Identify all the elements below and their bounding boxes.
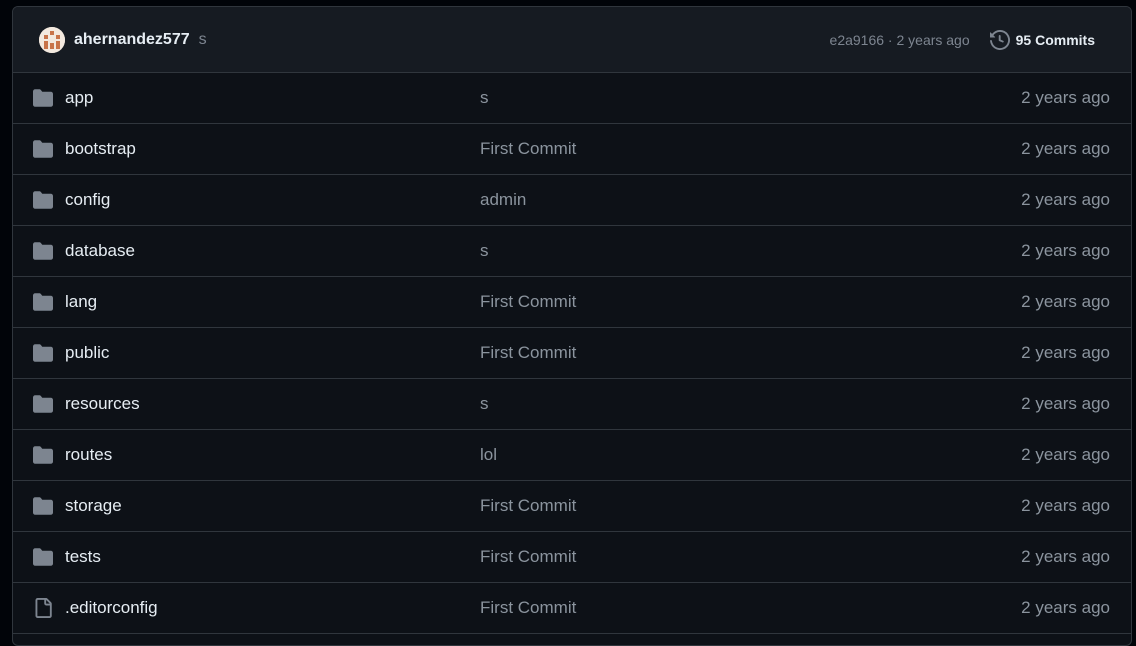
file-commit-age: 2 years ago	[1021, 598, 1110, 617]
file-commit-age: 2 years ago	[1021, 139, 1110, 158]
file-commit-age: 2 years ago	[1021, 445, 1110, 464]
file-commit-message-link[interactable]: First Commit	[480, 343, 576, 363]
file-name-link[interactable]: lang	[65, 292, 97, 312]
file-browser-panel: ahernandez577 s e2a9166 · 2 years ago 95…	[12, 6, 1132, 646]
author-avatar[interactable]	[39, 26, 65, 53]
commit-message-link[interactable]: s	[199, 31, 207, 49]
folder-icon	[32, 547, 54, 567]
file-name-link[interactable]: app	[65, 88, 93, 108]
file-row[interactable]: app s 2 years ago	[13, 73, 1131, 124]
file-commit-age: 2 years ago	[1021, 190, 1110, 209]
file-row[interactable]: lang First Commit 2 years ago	[13, 277, 1131, 328]
folder-icon	[32, 139, 54, 159]
folder-icon	[32, 445, 54, 465]
commits-count-label: 95 Commits	[1015, 32, 1095, 48]
file-icon	[32, 598, 54, 618]
file-name-link[interactable]: storage	[65, 496, 122, 516]
file-commit-age: 2 years ago	[1021, 343, 1110, 362]
folder-icon	[32, 496, 54, 516]
file-name-link[interactable]: tests	[65, 547, 101, 567]
commits-history-link[interactable]: 95 Commits	[989, 30, 1095, 50]
file-commit-age: 2 years ago	[1021, 292, 1110, 311]
file-commit-message-link[interactable]: First Commit	[480, 139, 576, 159]
file-commit-message-link[interactable]: admin	[480, 190, 526, 210]
file-row[interactable]: database s 2 years ago	[13, 226, 1131, 277]
file-name-link[interactable]: config	[65, 190, 110, 210]
file-row[interactable]: routes lol 2 years ago	[13, 430, 1131, 481]
folder-icon	[32, 394, 54, 414]
folder-icon	[32, 343, 54, 363]
folder-icon	[32, 292, 54, 312]
file-row[interactable]: resources s 2 years ago	[13, 379, 1131, 430]
file-commit-message-link[interactable]: First Commit	[480, 598, 576, 618]
file-row[interactable]: .editorconfig First Commit 2 years ago	[13, 583, 1131, 634]
file-name-link[interactable]: database	[65, 241, 135, 261]
file-commit-message-link[interactable]: First Commit	[480, 496, 576, 516]
file-name-link[interactable]: resources	[65, 394, 140, 414]
file-commit-age: 2 years ago	[1021, 394, 1110, 413]
file-name-link[interactable]: bootstrap	[65, 139, 136, 159]
file-commit-message-link[interactable]: First Commit	[480, 547, 576, 567]
file-name-link[interactable]: .editorconfig	[65, 598, 158, 618]
commit-author-link[interactable]: ahernandez577	[74, 31, 190, 49]
latest-commit-bar: ahernandez577 s e2a9166 · 2 years ago 95…	[13, 7, 1131, 73]
commit-hash-and-age[interactable]: e2a9166 · 2 years ago	[830, 32, 970, 48]
file-commit-message-link[interactable]: s	[480, 241, 489, 261]
history-icon	[989, 30, 1010, 50]
file-row[interactable]: tests First Commit 2 years ago	[13, 532, 1131, 583]
commit-info: e2a9166 · 2 years ago 95 Commits	[830, 7, 1131, 73]
file-commit-age: 2 years ago	[1021, 547, 1110, 566]
file-commit-message-link[interactable]: s	[480, 394, 489, 414]
file-name-link[interactable]: public	[65, 343, 109, 363]
file-commit-message-link[interactable]: s	[480, 88, 489, 108]
file-row[interactable]: public First Commit 2 years ago	[13, 328, 1131, 379]
file-commit-message-link[interactable]: First Commit	[480, 292, 576, 312]
folder-icon	[32, 88, 54, 108]
folder-icon	[32, 241, 54, 261]
file-list: app s 2 years ago bootstrap First Commit 2 ye…	[13, 73, 1131, 634]
file-commit-age: 2 years ago	[1021, 496, 1110, 515]
file-row[interactable]: storage First Commit 2 years ago	[13, 481, 1131, 532]
folder-icon	[32, 190, 54, 210]
file-row[interactable]: config admin 2 years ago	[13, 175, 1131, 226]
file-commit-age: 2 years ago	[1021, 241, 1110, 260]
file-name-link[interactable]: routes	[65, 445, 112, 465]
file-row[interactable]: bootstrap First Commit 2 years ago	[13, 124, 1131, 175]
file-commit-message-link[interactable]: lol	[480, 445, 497, 465]
file-commit-age: 2 years ago	[1021, 88, 1110, 107]
